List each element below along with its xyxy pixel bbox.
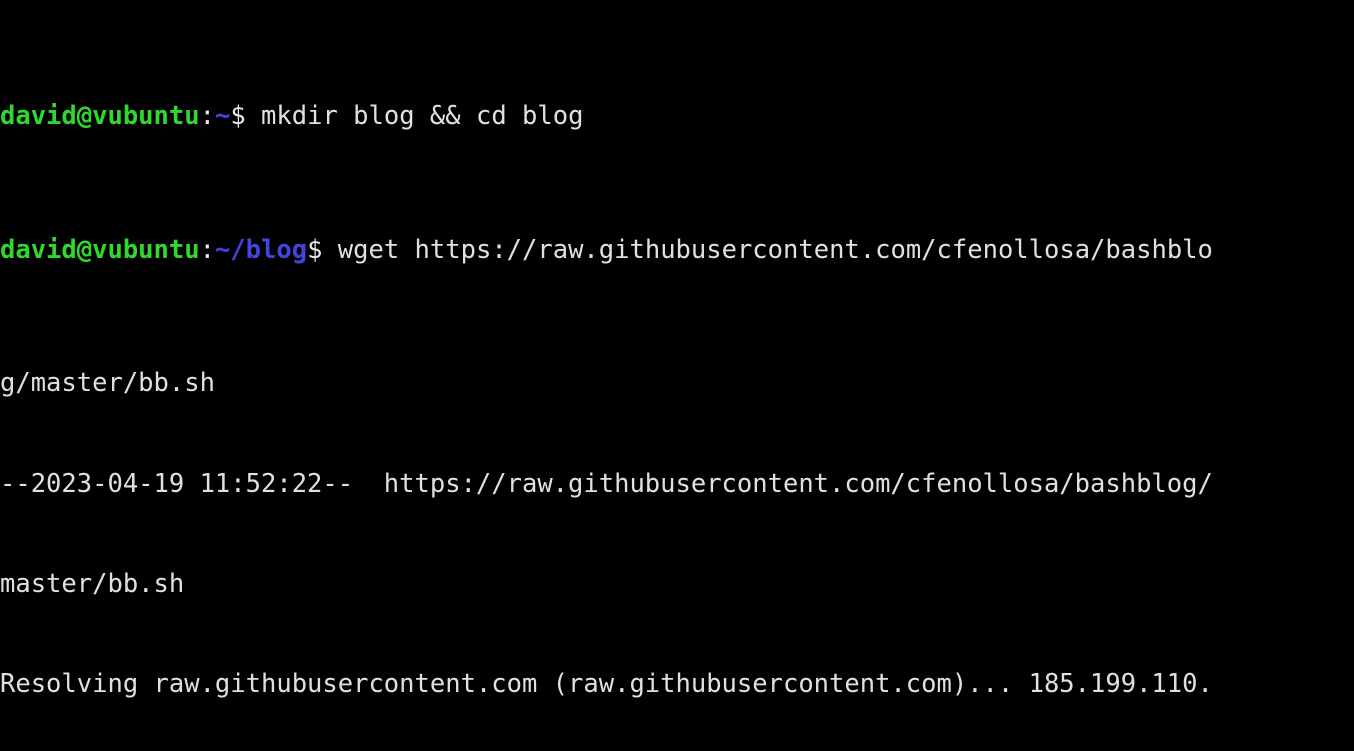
- terminal-screen[interactable]: david@vubuntu:~$ mkdir blog && cd blog d…: [0, 0, 1354, 751]
- prompt-sigil: $: [230, 101, 262, 132]
- command-text: wget https://raw.githubusercontent.com/c…: [337, 234, 1213, 265]
- prompt-user-host: david@vubuntu: [0, 234, 200, 265]
- prompt-sigil: $: [307, 234, 338, 265]
- prompt-colon: :: [199, 234, 215, 265]
- terminal-line: david@vubuntu:~$ mkdir blog && cd blog: [0, 100, 1354, 133]
- terminal-line: --2023-04-19 11:52:22-- https://raw.gith…: [0, 468, 1213, 499]
- prompt-user-host: david@vubuntu: [0, 101, 200, 132]
- command-text: mkdir blog && cd blog: [261, 101, 584, 132]
- terminal-line: david@vubuntu:~/blog$ wget https://raw.g…: [0, 234, 1354, 267]
- terminal-line: master/bb.sh: [0, 568, 185, 599]
- terminal-line: g/master/bb.sh: [0, 368, 215, 399]
- prompt-colon: :: [199, 101, 215, 132]
- prompt-path: ~: [214, 101, 231, 132]
- terminal-line: Resolving raw.githubusercontent.com (raw…: [0, 669, 1213, 700]
- prompt-path: ~/blog: [214, 234, 308, 265]
